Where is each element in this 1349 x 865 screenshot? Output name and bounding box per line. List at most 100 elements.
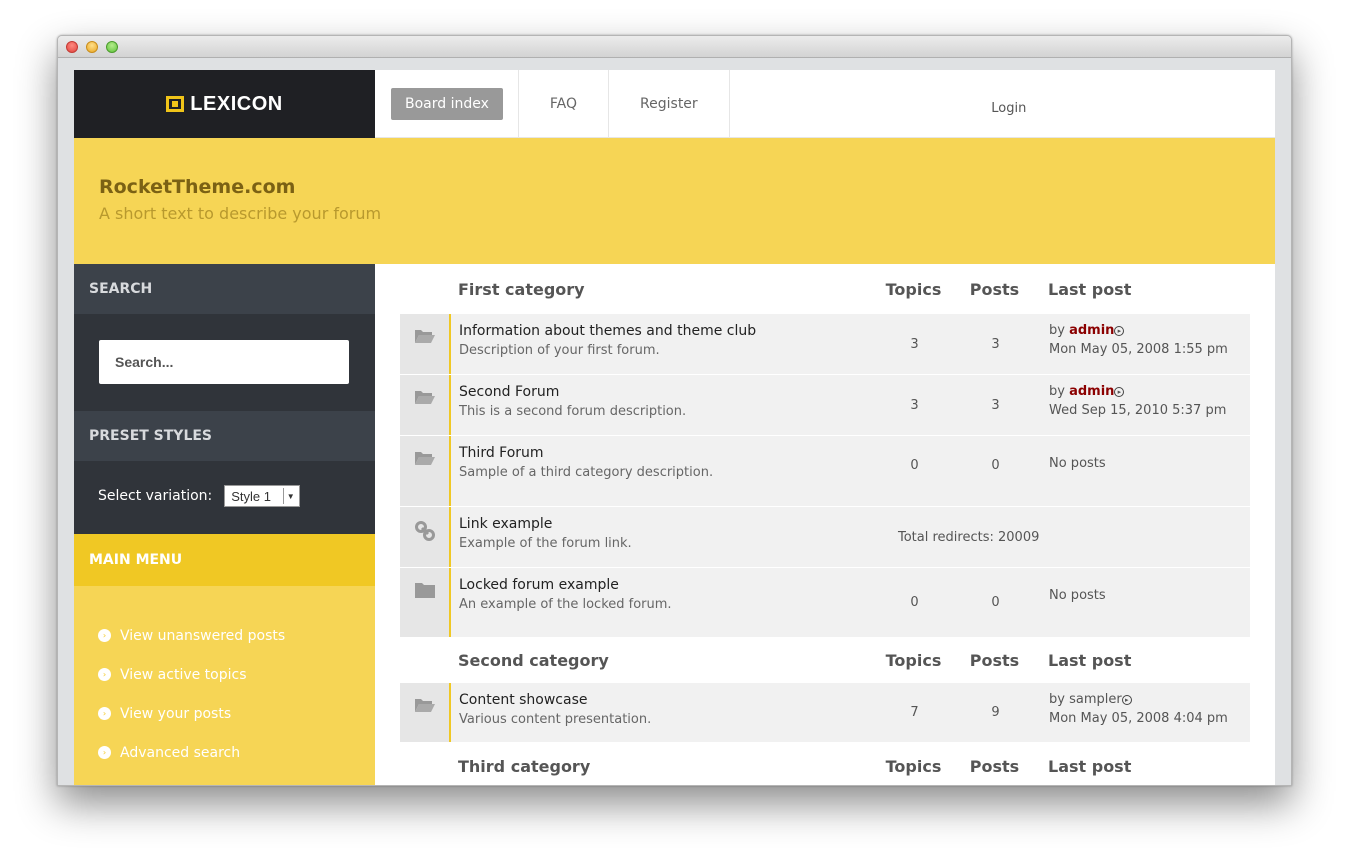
menu-item-your-posts[interactable]: › View your posts: [98, 694, 351, 733]
author-link[interactable]: admin: [1069, 384, 1114, 399]
style-select-value: Style 1: [231, 488, 272, 504]
goto-post-icon[interactable]: ▸: [1121, 694, 1132, 705]
topics-count: 0: [910, 595, 919, 610]
folder-open-icon: [400, 436, 451, 506]
menu-item-label: View active topics: [120, 666, 247, 683]
by-label: by: [1049, 384, 1065, 399]
goto-post-icon[interactable]: ▸: [1114, 325, 1125, 336]
logo-text: LEXICON: [190, 92, 283, 115]
nav-faq[interactable]: FAQ: [519, 70, 610, 137]
search-input[interactable]: [99, 340, 349, 384]
posts-count: 0: [991, 458, 1000, 473]
nav-login[interactable]: Login: [730, 70, 1275, 137]
folder-open-icon: [400, 683, 451, 742]
forum-title-link[interactable]: Link example: [459, 516, 874, 532]
preset-panel: Select variation: Style 1 ▼: [74, 461, 375, 534]
nav-register[interactable]: Register: [609, 70, 730, 137]
forum-description: Sample of a third category description.: [459, 465, 714, 480]
site-description: A short text to describe your forum: [99, 204, 382, 223]
topics-column-header: Topics: [885, 279, 942, 299]
last-post-info: by admin ▸ Wed Sep 15, 2010 5:37 pm: [1036, 375, 1250, 435]
nav-board-index[interactable]: Board index: [391, 70, 519, 137]
chevron-circle-icon: ›: [98, 746, 111, 759]
minimize-window-button[interactable]: [86, 41, 98, 53]
forum-description: An example of the locked forum.: [459, 597, 672, 612]
browser-window: LEXICON Board index FAQ Register Login R…: [57, 35, 1292, 786]
last-post-info: by admin ▸ Mon May 05, 2008 1:55 pm: [1036, 314, 1250, 374]
forum-title-link[interactable]: Third Forum: [459, 445, 874, 461]
last-post-date: Wed Sep 15, 2010 5:37 pm: [1049, 403, 1227, 418]
last-post-column-header: Last post: [1048, 651, 1132, 670]
chevron-down-icon: ▼: [283, 488, 297, 504]
forum-description: Example of the forum link.: [459, 536, 632, 551]
forum-row: Content showcase Various content present…: [400, 683, 1250, 743]
title-bar: [58, 36, 1291, 58]
forum-info: Third Forum Sample of a third category d…: [451, 436, 874, 506]
preset-heading: PRESET STYLES: [74, 411, 375, 461]
menu-item-advanced-search[interactable]: › Advanced search: [98, 733, 351, 772]
forum-title-link[interactable]: Content showcase: [459, 692, 874, 708]
topics-column-header: Topics: [885, 756, 942, 776]
last-post-info: No posts: [1049, 588, 1106, 603]
site-title[interactable]: RocketTheme.com: [99, 176, 1250, 198]
redirect-count: Total redirects: 20009: [898, 529, 1040, 545]
forum-row: Information about themes and theme club …: [400, 314, 1250, 375]
folder-open-icon: [400, 375, 451, 435]
site-logo[interactable]: LEXICON: [74, 70, 375, 138]
by-label: by: [1049, 692, 1065, 707]
last-post-date: Mon May 05, 2008 1:55 pm: [1049, 342, 1228, 357]
category-header: Second category Topics Posts Last post: [400, 638, 1250, 683]
header: LEXICON Board index FAQ Register Login: [74, 70, 1275, 138]
forum-row: Locked forum example An example of the l…: [400, 568, 1250, 638]
chevron-circle-icon: ›: [98, 668, 111, 681]
posts-count: 0: [991, 595, 1000, 610]
chevron-circle-icon: ›: [98, 629, 111, 642]
forum-description: Various content presentation.: [459, 712, 652, 727]
posts-count: 3: [991, 397, 1000, 413]
style-select[interactable]: Style 1 ▼: [224, 485, 301, 507]
sidebar: SEARCH PRESET STYLES Select variation: S…: [74, 264, 375, 785]
posts-column-header: Posts: [969, 756, 1020, 776]
topics-count: 7: [910, 705, 919, 720]
topics-count: 0: [910, 458, 919, 473]
posts-count: 3: [991, 336, 1000, 352]
content-area: SEARCH PRESET STYLES Select variation: S…: [74, 264, 1275, 785]
menu-item-unanswered[interactable]: › View unanswered posts: [98, 616, 351, 655]
top-nav: Board index FAQ Register Login: [375, 70, 1275, 138]
menu-item-label: Advanced search: [120, 744, 241, 761]
forum-list: First category Topics Posts Last post In…: [375, 264, 1275, 785]
zoom-window-button[interactable]: [106, 41, 118, 53]
forum-description: Description of your first forum.: [459, 343, 660, 358]
link-icon: [400, 507, 451, 567]
forum-info: Link example Example of the forum link.: [451, 507, 874, 567]
forum-title-link[interactable]: Information about themes and theme club: [459, 323, 874, 339]
category-header: Third category Topics Posts Last post: [400, 743, 1250, 785]
category-title[interactable]: Second category: [400, 651, 873, 670]
menu-item-label: View your posts: [120, 705, 232, 722]
author-link[interactable]: sampler: [1069, 692, 1122, 707]
category-header: First category Topics Posts Last post: [400, 264, 1250, 314]
preset-label: Select variation:: [98, 488, 213, 504]
menu-item-active-topics[interactable]: › View active topics: [98, 655, 351, 694]
category-title[interactable]: Third category: [400, 757, 873, 776]
nav-label: Board index: [391, 87, 503, 120]
posts-column-header: Posts: [969, 651, 1020, 670]
posts-column-header: Posts: [969, 279, 1020, 299]
forum-row: Third Forum Sample of a third category d…: [400, 436, 1250, 507]
main-menu-heading: MAIN MENU: [74, 534, 375, 586]
posts-count: 9: [991, 705, 1000, 720]
forum-row: Link example Example of the forum link. …: [400, 507, 1250, 568]
menu-item-label: View unanswered posts: [120, 627, 286, 644]
forum-row: Second Forum This is a second forum desc…: [400, 375, 1250, 436]
last-post-info: No posts: [1049, 456, 1106, 471]
main-menu: › View unanswered posts › View active to…: [74, 586, 375, 785]
close-window-button[interactable]: [66, 41, 78, 53]
category-title[interactable]: First category: [400, 280, 873, 299]
forum-title-link[interactable]: Locked forum example: [459, 577, 874, 593]
goto-post-icon[interactable]: ▸: [1114, 386, 1125, 397]
author-link[interactable]: admin: [1069, 323, 1114, 338]
topics-count: 3: [910, 397, 919, 413]
last-post-info: by sampler ▸ Mon May 05, 2008 4:04 pm: [1036, 683, 1250, 742]
forum-title-link[interactable]: Second Forum: [459, 384, 874, 400]
forum-info: Information about themes and theme club …: [451, 314, 874, 374]
